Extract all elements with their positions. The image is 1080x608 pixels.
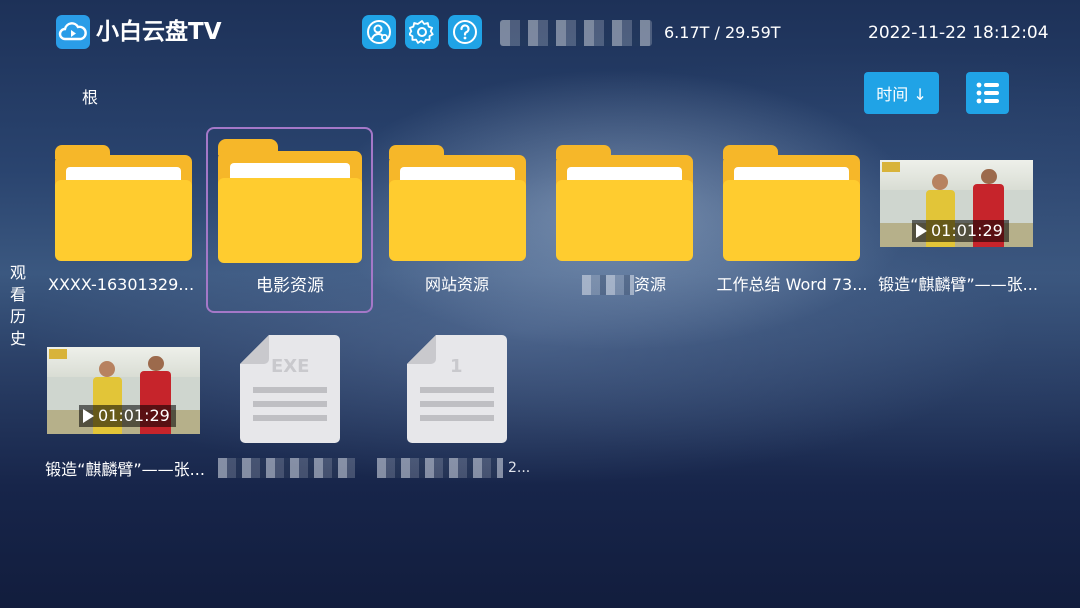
watch-history-char: 看: [9, 285, 26, 304]
file-item[interactable]: EXE: [215, 330, 365, 485]
exe-file-icon: [240, 335, 340, 443]
view-mode-button[interactable]: [966, 72, 1009, 114]
watch-history-char: 史: [9, 329, 26, 348]
help-icon: [453, 20, 477, 44]
play-icon: [916, 224, 927, 238]
file-type-badge: 1: [450, 356, 463, 377]
video-item[interactable]: 01:01:29 锻造“麒麟臂”——张...: [878, 158, 1038, 300]
file-label-blurred: [377, 458, 503, 478]
video-duration: 01:01:29: [931, 221, 1003, 240]
file-type-badge: EXE: [271, 356, 310, 377]
cloud-play-icon: [58, 22, 87, 41]
folder-label: 工作总结 Word 73...: [716, 275, 868, 294]
video-label: 锻造“麒麟臂”——张...: [878, 275, 1038, 294]
breadcrumb[interactable]: 根: [82, 88, 98, 108]
file-label-blurred: [218, 458, 355, 478]
video-duration-badge: 01:01:29: [912, 220, 1009, 242]
account-manage-button[interactable]: [362, 15, 396, 49]
document-file-icon: [407, 335, 507, 443]
sort-button-label: 时间 ↓: [876, 85, 927, 104]
folder-label: XXXX-1630132940: [48, 275, 198, 294]
video-label: 锻造“麒麟臂”——张...: [45, 460, 205, 479]
folder-item[interactable]: XXXX-1630132940: [48, 140, 198, 300]
folder-item[interactable]: 网站资源: [382, 140, 532, 300]
video-item[interactable]: 01:01:29 锻造“麒麟臂”——张...: [45, 345, 205, 485]
watch-history-char: 观: [9, 263, 26, 282]
watch-history-tab[interactable]: 观 看 历 史: [8, 262, 28, 350]
folder-label: 电影资源: [256, 276, 324, 296]
app-logo: [56, 15, 90, 49]
play-icon: [83, 409, 94, 423]
account-manage-icon: [367, 20, 391, 44]
sort-button[interactable]: 时间 ↓: [864, 72, 939, 114]
folder-label: 网站资源: [424, 275, 489, 294]
folder-item[interactable]: 工作总结 Word 73...: [716, 140, 868, 300]
app-title: 小白云盘TV: [96, 19, 222, 45]
file-label-suffix: 2...: [508, 460, 531, 476]
video-duration-badge: 01:01:29: [79, 405, 176, 427]
clock-datetime: 2022-11-22 18:12:04: [868, 23, 1049, 43]
folder-item-focused[interactable]: 电影资源: [210, 131, 370, 309]
settings-button[interactable]: [405, 15, 439, 49]
help-button[interactable]: [448, 15, 482, 49]
settings-icon: [409, 20, 434, 44]
folder-item[interactable]: 资源: [549, 140, 699, 300]
account-name-blurred: [500, 20, 652, 46]
folder-label-blurred: [582, 275, 634, 295]
watch-history-char: 历: [9, 307, 26, 326]
list-view-icon: [976, 82, 999, 104]
file-item[interactable]: 1 2...: [377, 330, 535, 485]
folder-label: 资源: [634, 275, 667, 294]
video-duration: 01:01:29: [98, 406, 170, 425]
storage-usage: 6.17T / 29.59T: [664, 23, 781, 42]
